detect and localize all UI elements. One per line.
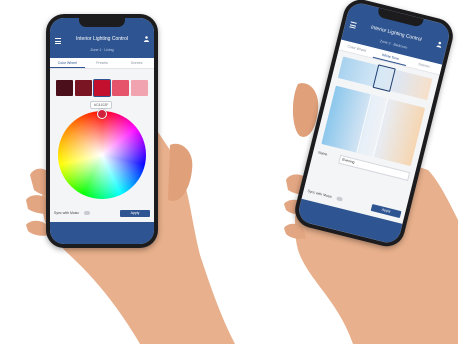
left-phone: Interior Lighting Control Zone 1 · Livin… [46, 14, 158, 248]
user-icon[interactable] [436, 41, 442, 49]
color-swatch-row [56, 80, 148, 96]
tab-presets[interactable]: Presets [85, 58, 120, 68]
apply-button[interactable]: Apply [120, 210, 150, 217]
color-swatch[interactable] [112, 80, 130, 96]
sync-toggle[interactable] [84, 211, 90, 215]
sync-label: Sync with Music [54, 211, 80, 215]
color-swatch-selected[interactable] [93, 80, 111, 96]
tab-bar: Color Wheel Presets Scenes [50, 58, 154, 69]
app-title: Interior Lighting Control [76, 36, 128, 42]
apply-button[interactable]: Apply [370, 204, 402, 219]
name-field-label: Name [317, 150, 328, 157]
menu-icon[interactable] [349, 21, 357, 29]
color-wheel-handle[interactable] [97, 109, 107, 119]
bottom-controls: Sync with Music Apply [54, 210, 150, 218]
phone-notch [79, 18, 125, 27]
color-swatch[interactable] [131, 80, 148, 96]
hex-value-label: #C4102F [90, 101, 113, 109]
footer-bar [50, 222, 154, 244]
color-wheel[interactable] [58, 111, 146, 199]
right-phone: Interior Lighting Control Zone 2 · Bedro… [291, 0, 457, 251]
user-icon[interactable] [144, 36, 149, 42]
zone-subtitle: Zone 1 · Living [90, 48, 114, 52]
left-phone-screen: Interior Lighting Control Zone 1 · Livin… [50, 18, 154, 244]
tab-scenes[interactable]: Scenes [119, 58, 154, 68]
tab-color-wheel[interactable]: Color Wheel [50, 58, 85, 68]
right-phone-screen: Interior Lighting Control Zone 2 · Bedro… [296, 0, 452, 246]
product-scene: Interior Lighting Control Zone 1 · Livin… [0, 0, 458, 344]
sync-label: Sync with Music [307, 189, 333, 199]
menu-icon[interactable] [55, 38, 61, 44]
sync-toggle[interactable] [336, 196, 344, 202]
color-swatch[interactable] [56, 80, 73, 96]
color-swatch[interactable] [74, 80, 92, 96]
